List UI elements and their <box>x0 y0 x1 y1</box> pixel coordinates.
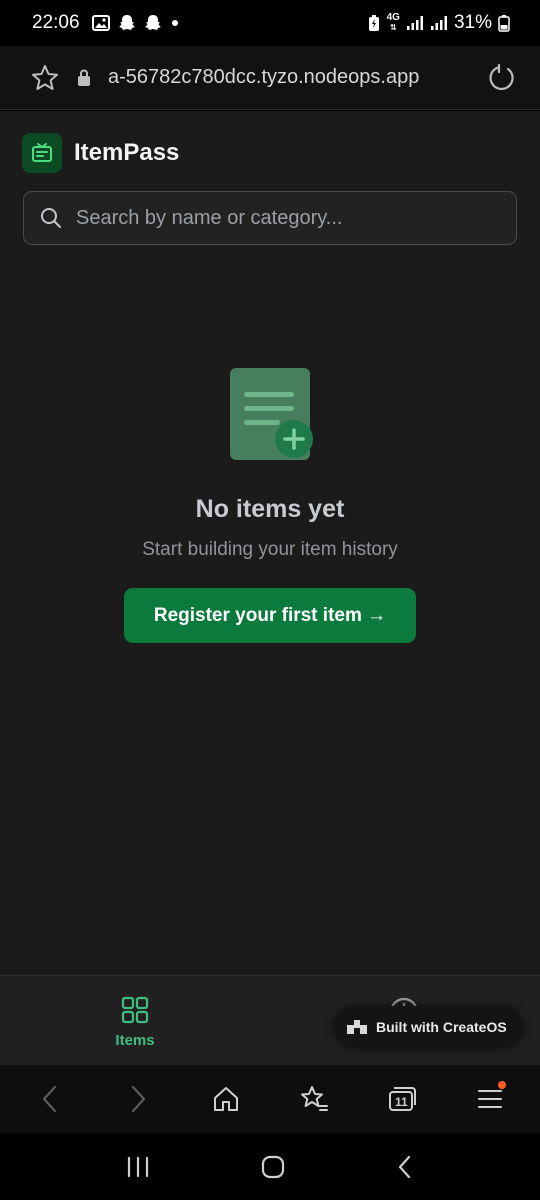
nav-tab-items[interactable]: Items <box>104 996 166 1049</box>
star-list-icon <box>301 1086 328 1111</box>
tabs-button[interactable]: 11 <box>372 1069 432 1129</box>
snapchat-icon <box>118 14 136 32</box>
menu-button[interactable] <box>460 1069 520 1129</box>
recent-apps-icon <box>127 1156 148 1177</box>
home-icon <box>214 1087 238 1111</box>
document-add-icon <box>230 368 313 460</box>
built-with-badge[interactable]: Built with CreateOS <box>334 1006 523 1048</box>
reload-icon[interactable] <box>486 63 516 93</box>
nav-tab-items-label: Items <box>115 1032 155 1049</box>
app-logo <box>22 133 62 173</box>
empty-state-title: No items yet <box>195 495 345 523</box>
forward-button[interactable] <box>108 1069 168 1129</box>
back-button[interactable] <box>20 1069 80 1129</box>
recent-apps-button[interactable] <box>125 1155 151 1179</box>
notification-dot <box>498 1081 506 1089</box>
signal-icon <box>406 15 424 31</box>
battery-icon <box>498 14 510 32</box>
notification-dot-icon <box>170 18 180 28</box>
snapchat-icon-2 <box>144 14 162 32</box>
chevron-right-icon <box>131 1085 146 1113</box>
search-input[interactable] <box>76 206 516 230</box>
browser-toolbar: 11 <box>0 1065 540 1133</box>
system-home-icon <box>261 1155 285 1178</box>
bottom-nav: Items Built with CreateOS <box>0 975 540 1065</box>
system-home-button[interactable] <box>260 1154 286 1180</box>
battery-saver-icon <box>367 14 381 32</box>
system-nav-bar <box>0 1133 540 1200</box>
system-back-button[interactable] <box>395 1154 415 1180</box>
search-box[interactable] <box>23 191 517 245</box>
hamburger-menu-icon <box>478 1090 502 1108</box>
createos-logo-icon <box>347 1020 367 1034</box>
app-title: ItemPass <box>74 139 180 166</box>
bookmark-star-icon[interactable] <box>30 63 60 93</box>
system-back-icon <box>399 1155 411 1178</box>
battery-percentage: 31% <box>453 12 492 33</box>
search-icon <box>40 207 62 229</box>
network-type-icon: 4G ⇅ <box>386 12 400 33</box>
browser-url-bar: a-56782c780dcc.tyzo.nodeops.app <box>0 46 540 110</box>
ticket-icon <box>32 143 52 162</box>
status-bar: 22:06 4G ⇅ 31% <box>0 0 540 46</box>
network-type-label: 4G <box>386 12 400 23</box>
signal-icon-2 <box>430 15 448 31</box>
empty-state-subtitle: Start building your item history <box>142 539 398 560</box>
url-text[interactable]: a-56782c780dcc.tyzo.nodeops.app <box>108 66 486 89</box>
home-button[interactable] <box>196 1069 256 1129</box>
status-time: 22:06 <box>32 12 80 33</box>
built-with-text: Built with CreateOS <box>376 1019 507 1035</box>
app-container: ItemPass No items yet Start building you… <box>0 111 540 1065</box>
grid-icon <box>121 996 149 1024</box>
app-header: ItemPass <box>22 133 179 173</box>
gallery-icon <box>91 15 110 31</box>
empty-state-illustration <box>228 366 318 467</box>
bookmarks-button[interactable] <box>284 1069 344 1129</box>
chevron-left-icon <box>42 1085 57 1113</box>
register-first-item-button[interactable]: Register your first item → <box>124 588 416 643</box>
lock-icon <box>76 68 92 88</box>
tab-count: 11 <box>395 1095 408 1109</box>
